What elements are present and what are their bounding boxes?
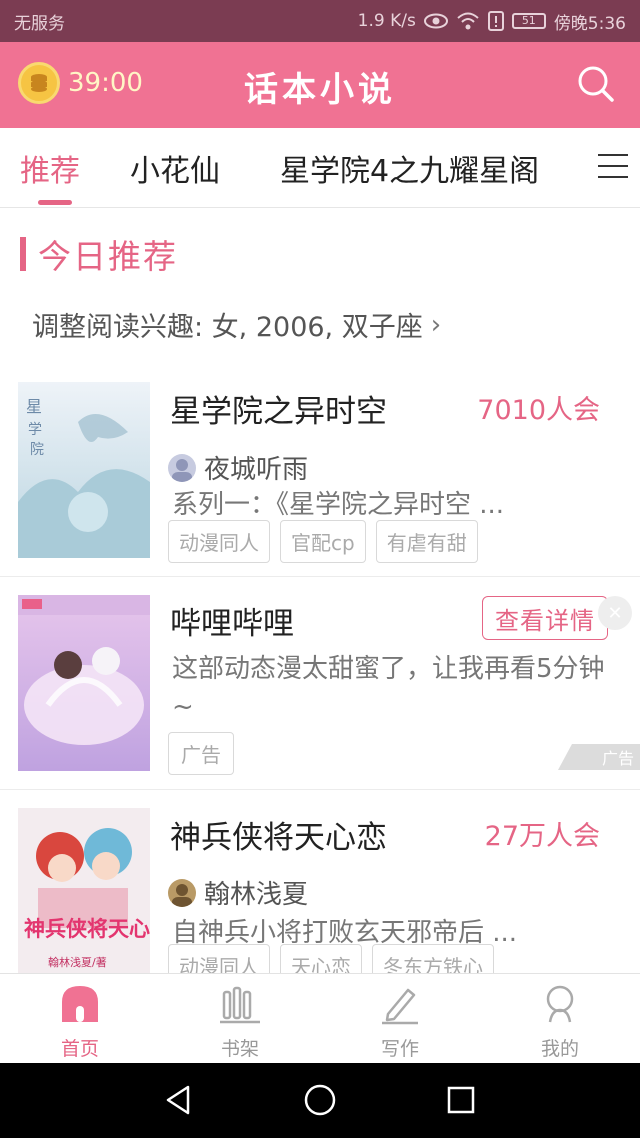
bottom-nav: 首页 书架 写作 我的 [0, 973, 640, 1063]
divider [0, 789, 640, 790]
section-header: 今日推荐 [20, 230, 178, 278]
tag-list: 动漫同人 官配cp 有虐有甜 [168, 520, 478, 563]
svg-text:学: 学 [28, 422, 42, 438]
story-cover[interactable]: 神兵侠将天心恋 翰林浅夏/著 [18, 808, 150, 973]
search-icon[interactable] [574, 62, 618, 106]
svg-text:院: 院 [30, 442, 44, 458]
tab-xingxueyuan[interactable]: 星学院4之九耀星阁 [280, 146, 539, 190]
avatar [168, 878, 196, 907]
interest-text: 调整阅读兴趣: 女, 2006, 双子座 [32, 312, 423, 343]
close-icon[interactable]: ✕ [598, 596, 632, 630]
tag[interactable]: 有虐有甜 [375, 520, 478, 563]
cover-title-text: 神兵侠将天心恋 [24, 917, 150, 941]
author-name: 翰林浅夏 [204, 880, 309, 910]
system-navigation-bar [0, 1063, 640, 1138]
ad-badge-label: 广告 [601, 749, 634, 768]
nav-label: 写作 [380, 1038, 419, 1060]
popularity-count: 27万人会 [484, 821, 600, 852]
eye-icon [423, 13, 448, 29]
network-speed: 1.9 K/s [357, 11, 416, 31]
adjust-interest-link[interactable]: 调整阅读兴趣: 女, 2006, 双子座 › [32, 305, 441, 344]
avatar [168, 453, 196, 482]
carrier-text: 无服务 [14, 13, 65, 34]
chevron-right-icon: › [430, 309, 442, 340]
wifi-icon [456, 11, 480, 31]
bookshelf-icon [218, 982, 262, 1026]
view-details-button[interactable]: 查看详情 [482, 596, 608, 640]
nav-bookshelf[interactable]: 书架 [160, 982, 320, 1061]
cover-author-text: 翰林浅夏/著 [48, 955, 107, 969]
story-title: 星学院之异时空 [170, 394, 387, 430]
story-cover[interactable]: 星 学 院 [18, 382, 150, 558]
battery-indicator: 51 [511, 13, 546, 29]
popularity-count: 7010人会 [477, 395, 600, 426]
nav-label: 我的 [540, 1038, 579, 1060]
section-accent-bar [20, 237, 26, 271]
nav-home[interactable]: 首页 [0, 982, 160, 1061]
tab-xiaohuaxian[interactable]: 小花仙 [130, 146, 220, 190]
author-row: 翰林浅夏 [168, 874, 308, 911]
story-title: 神兵侠将天心恋 [170, 820, 387, 856]
tag[interactable]: 动漫同人 [168, 520, 270, 563]
story-description: 系列一：《星学院之异时空 ... [172, 490, 505, 520]
ad-title: 哔哩哔哩 [170, 606, 294, 642]
status-bar: 无服务 1.9 K/s 51 傍晚5:36 [0, 0, 640, 42]
profile-icon [538, 982, 582, 1026]
clock: 傍晚5:36 [553, 13, 626, 34]
divider [0, 576, 640, 577]
active-tab-indicator [38, 200, 72, 205]
nav-write[interactable]: 写作 [320, 982, 480, 1061]
ad-badge: 广告 [558, 744, 640, 770]
home-circle-icon[interactable] [303, 1083, 337, 1121]
author-name: 夜城听雨 [204, 455, 309, 485]
nav-profile[interactable]: 我的 [480, 982, 640, 1061]
author-row: 夜城听雨 [168, 449, 308, 486]
app-header: 39:00 话本小说 [0, 42, 640, 128]
recents-icon[interactable] [446, 1085, 476, 1119]
svg-text:星: 星 [26, 397, 42, 416]
section-title: 今日推荐 [38, 237, 178, 276]
pencil-icon [378, 982, 422, 1026]
alert-icon [487, 11, 504, 31]
nav-label: 首页 [60, 1038, 99, 1060]
back-icon[interactable] [162, 1083, 196, 1121]
hamburger-menu-icon[interactable] [598, 154, 628, 182]
nav-label: 书架 [220, 1038, 259, 1060]
tag[interactable]: 官配cp [280, 520, 366, 563]
tab-recommend[interactable]: 推荐 [20, 146, 80, 190]
ad-cover[interactable] [18, 595, 150, 771]
ad-description: 这部动态漫太甜蜜了，让我再看5分钟~ [172, 654, 605, 722]
category-tabs: 推荐 小花仙 星学院4之九耀星阁 [0, 128, 640, 208]
home-icon [58, 982, 102, 1026]
app-title: 话本小说 [244, 70, 396, 110]
ad-tag: 广告 [168, 732, 234, 775]
